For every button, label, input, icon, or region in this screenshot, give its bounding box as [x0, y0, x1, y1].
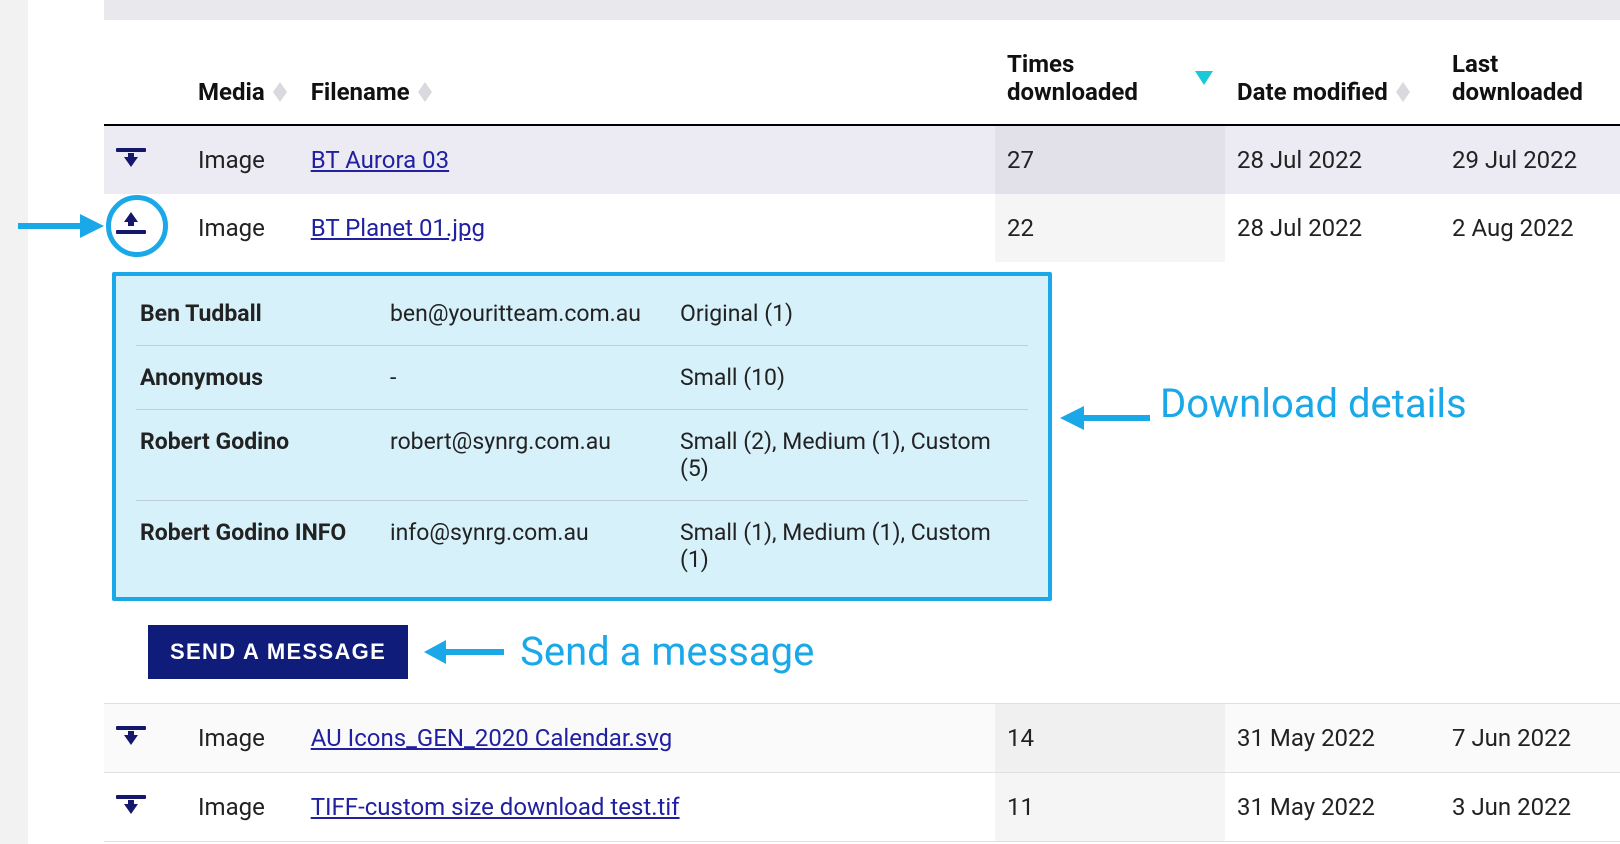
expand-row-icon[interactable]: [116, 144, 146, 170]
downloads-table: Media Filename: [104, 40, 1620, 842]
column-header-date-modified[interactable]: Date modified: [1225, 40, 1440, 125]
sort-icon: [1396, 82, 1410, 102]
last-downloaded-cell: 2 Aug 2022: [1440, 194, 1620, 262]
sort-icon-active: [1195, 71, 1213, 85]
download-details-panel: Ben Tudball ben@youritteam.com.au Origin…: [112, 272, 1052, 601]
downloader-name: Ben Tudball: [140, 300, 380, 327]
annotation-arrow-icon: [424, 634, 504, 670]
filename-link[interactable]: BT Planet 01.jpg: [311, 214, 485, 242]
download-sizes: Small (2), Medium (1), Custom (5): [680, 428, 1024, 482]
media-cell: Image: [186, 125, 299, 194]
column-header-last-downloaded[interactable]: Last downloaded: [1440, 40, 1620, 125]
annotation-arrow-icon: [18, 208, 104, 244]
downloader-email: robert@synrg.com.au: [390, 428, 670, 482]
downloader-name: Anonymous: [140, 364, 380, 391]
filename-link[interactable]: TIFF-custom size download test.tif: [311, 793, 680, 821]
annotation-highlight-circle: [106, 195, 168, 257]
download-detail-row: Robert Godino INFO info@synrg.com.au Sma…: [136, 501, 1028, 591]
column-header-media[interactable]: Media: [186, 40, 299, 125]
download-detail-row: Anonymous - Small (10): [136, 346, 1028, 410]
downloader-email: ben@youritteam.com.au: [390, 300, 670, 327]
last-downloaded-cell: 3 Jun 2022: [1440, 773, 1620, 842]
downloader-email: -: [390, 364, 670, 391]
filename-link[interactable]: AU Icons_GEN_2020 Calendar.svg: [311, 724, 673, 752]
expand-row-icon[interactable]: [116, 791, 146, 817]
send-a-message-button[interactable]: SEND A MESSAGE: [148, 625, 408, 679]
date-modified-cell: 31 May 2022: [1225, 704, 1440, 773]
times-cell: 27: [995, 125, 1225, 194]
download-sizes: Small (10): [680, 364, 1024, 391]
download-sizes: Small (1), Medium (1), Custom (1): [680, 519, 1024, 573]
expand-row-icon[interactable]: [116, 722, 146, 748]
download-detail-row: Ben Tudball ben@youritteam.com.au Origin…: [136, 282, 1028, 346]
column-header-times-downloaded[interactable]: Times downloaded: [995, 40, 1225, 125]
table-row: Image BT Planet 01.jpg 22 28 Jul 2022 2 …: [104, 194, 1620, 262]
times-cell: 11: [995, 773, 1225, 842]
sort-icon: [273, 82, 287, 102]
download-detail-row: Robert Godino robert@synrg.com.au Small …: [136, 410, 1028, 501]
date-modified-cell: 28 Jul 2022: [1225, 194, 1440, 262]
annotation-download-details: Download details: [1160, 380, 1467, 428]
date-modified-cell: 28 Jul 2022: [1225, 125, 1440, 194]
table-row: Image AU Icons_GEN_2020 Calendar.svg 14 …: [104, 704, 1620, 773]
download-sizes: Original (1): [680, 300, 1024, 327]
column-header-filename[interactable]: Filename: [299, 40, 995, 125]
top-bar-partial: [104, 0, 1620, 20]
last-downloaded-cell: 7 Jun 2022: [1440, 704, 1620, 773]
media-cell: Image: [186, 194, 299, 262]
last-downloaded-cell: 29 Jul 2022: [1440, 125, 1620, 194]
date-modified-cell: 31 May 2022: [1225, 773, 1440, 842]
media-cell: Image: [186, 773, 299, 842]
left-page-gutter: [0, 0, 28, 844]
times-cell: 14: [995, 704, 1225, 773]
annotation-send-a-message: Send a message: [520, 628, 814, 676]
downloader-email: info@synrg.com.au: [390, 519, 670, 573]
annotation-arrow-icon: [1060, 400, 1150, 436]
table-row: Image TIFF-custom size download test.tif…: [104, 773, 1620, 842]
filename-link[interactable]: BT Aurora 03: [311, 146, 449, 174]
table-row: Image BT Aurora 03 27 28 Jul 2022 29 Jul…: [104, 125, 1620, 194]
times-cell: 22: [995, 194, 1225, 262]
media-cell: Image: [186, 704, 299, 773]
downloader-name: Robert Godino: [140, 428, 380, 482]
sort-icon: [418, 82, 432, 102]
downloader-name: Robert Godino INFO: [140, 519, 380, 573]
